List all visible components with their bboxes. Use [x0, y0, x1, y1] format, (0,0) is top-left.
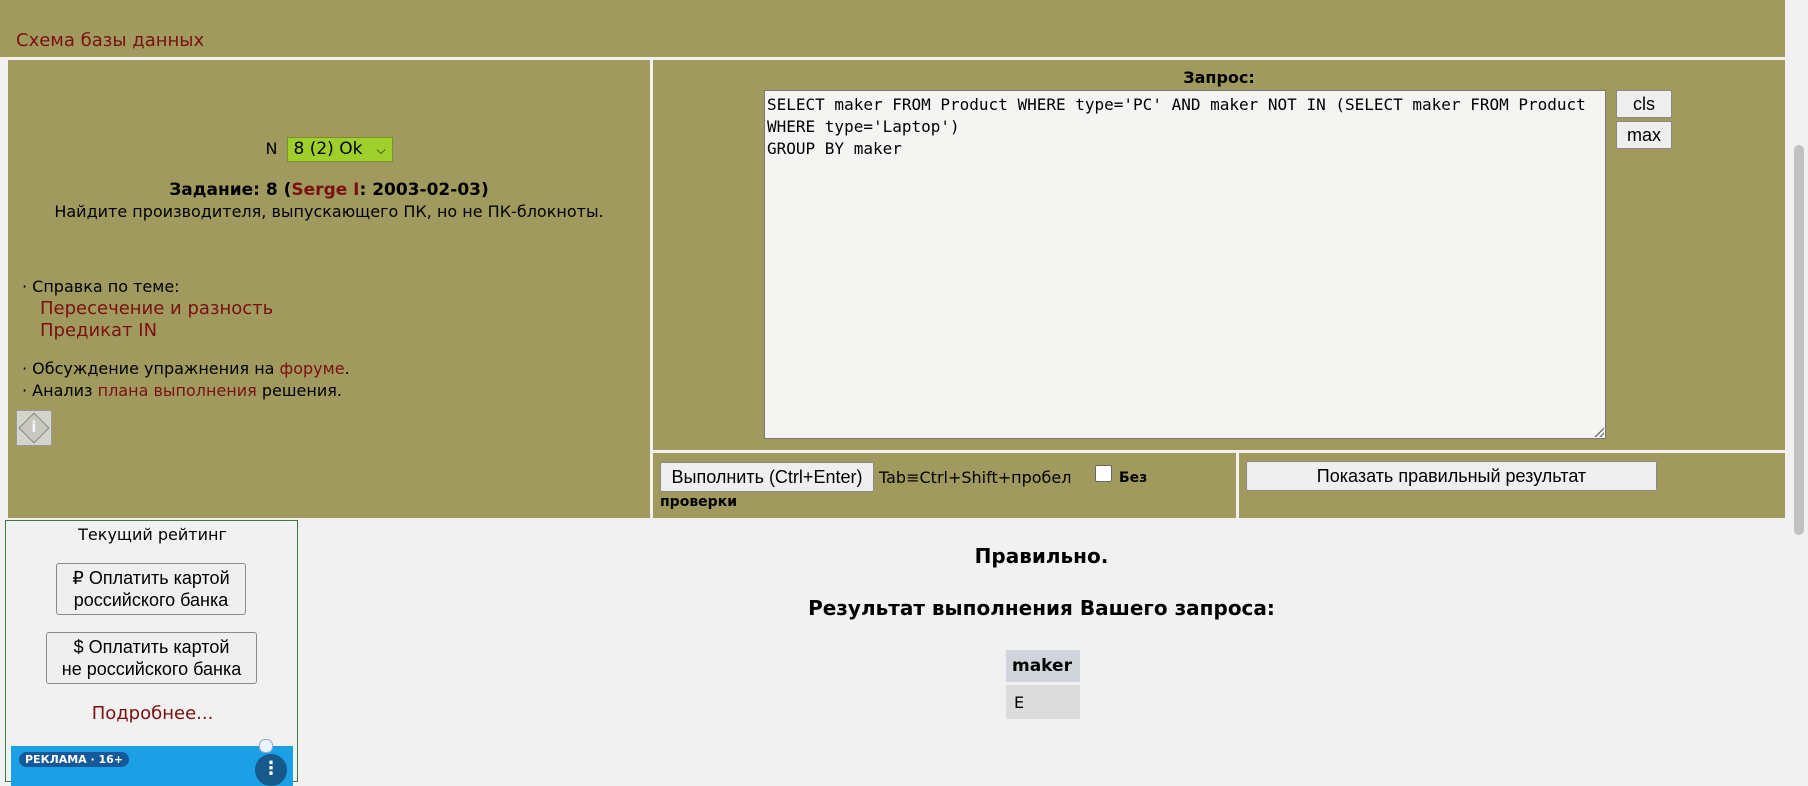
rating-box: Текущий рейтинг ₽ Оплатить картой россий…: [5, 520, 299, 786]
help-section: · Справка по теме: Пересечение и разност…: [22, 276, 350, 402]
no-check-label: Без: [1119, 470, 1148, 486]
execution-plan-link[interactable]: плана выполнения: [98, 381, 257, 400]
show-result-panel: Показать правильный результат: [1239, 453, 1785, 518]
top-bar: Схема базы данных: [0, 0, 1785, 57]
task-number-select[interactable]: 8 (2) Ok ⌵: [286, 137, 393, 162]
task-panel: N 8 (2) Ok ⌵ Задание: 8 (Serge I: 2003-02…: [8, 60, 650, 518]
query-textarea[interactable]: SELECT maker FROM Product WHERE type='PC…: [764, 90, 1606, 439]
execute-button[interactable]: Выполнить (Ctrl+Enter): [660, 462, 874, 492]
pay-russian-card-button[interactable]: ₽ Оплатить картой российского банка: [56, 563, 246, 615]
pay-foreign-card-button[interactable]: $ Оплатить картой не российского банка: [46, 632, 257, 684]
result-area: Правильно. Результат выполнения Вашего з…: [298, 520, 1785, 780]
result-title: Результат выполнения Вашего запроса:: [808, 596, 1275, 620]
help-label: · Справка по теме:: [22, 277, 180, 296]
no-check-checkbox[interactable]: [1095, 465, 1112, 482]
help-link-in-predicate[interactable]: Предикат IN: [40, 320, 157, 341]
result-table: maker E: [1006, 650, 1080, 719]
task-number-value: 8 (2) Ok: [293, 139, 363, 159]
clear-button[interactable]: cls: [1616, 90, 1672, 118]
task-description: Найдите производителя, выпускающего ПК, …: [54, 202, 604, 221]
rating-title: Текущий рейтинг: [78, 525, 227, 544]
resize-handle-icon[interactable]: [1594, 427, 1604, 437]
query-label: Запрос:: [1183, 68, 1255, 87]
analysis-line: · Анализ плана выполнения решения.: [22, 381, 342, 400]
scrollbar[interactable]: [1790, 0, 1808, 780]
ad-banner[interactable]: РЕКЛАМА · 16+ ⋮: [11, 739, 293, 786]
scrollbar-thumb[interactable]: [1794, 145, 1804, 535]
forum-link[interactable]: форуме: [280, 359, 345, 378]
task-selector-row: N 8 (2) Ok ⌵: [8, 137, 650, 162]
chevron-down-icon: ⌵: [376, 143, 386, 157]
execute-panel: Выполнить (Ctrl+Enter) Tab≡Ctrl+Shift+пр…: [653, 453, 1236, 518]
tab-hint: Tab≡Ctrl+Shift+пробел: [879, 468, 1072, 487]
no-check-label-2: проверки: [660, 494, 737, 510]
discussion-line: · Обсуждение упражнения на форуме.: [22, 359, 350, 378]
maximize-button[interactable]: max: [1616, 121, 1672, 149]
table-row: E: [1006, 685, 1080, 719]
table-cell: E: [1006, 685, 1080, 719]
more-info-link[interactable]: Подробнее...: [6, 703, 299, 724]
more-vert-icon[interactable]: ⋮: [255, 754, 287, 786]
help-link-intersect[interactable]: Пересечение и разность: [40, 298, 273, 319]
column-header: maker: [1006, 650, 1080, 685]
author-link[interactable]: Serge I: [291, 180, 359, 200]
result-status: Правильно.: [974, 544, 1109, 568]
ad-info-icon[interactable]: [259, 739, 273, 753]
ad-badge: РЕКЛАМА · 16+: [19, 752, 130, 767]
schema-link[interactable]: Схема базы данных: [16, 30, 204, 51]
show-correct-result-button[interactable]: Показать правильный результат: [1246, 461, 1657, 491]
info-icon[interactable]: i: [16, 410, 52, 446]
query-panel: Запрос: SELECT maker FROM Product WHERE …: [653, 60, 1785, 450]
n-label: N: [265, 139, 278, 158]
task-title: Задание: 8 (Serge I: 2003-02-03): [169, 180, 489, 200]
